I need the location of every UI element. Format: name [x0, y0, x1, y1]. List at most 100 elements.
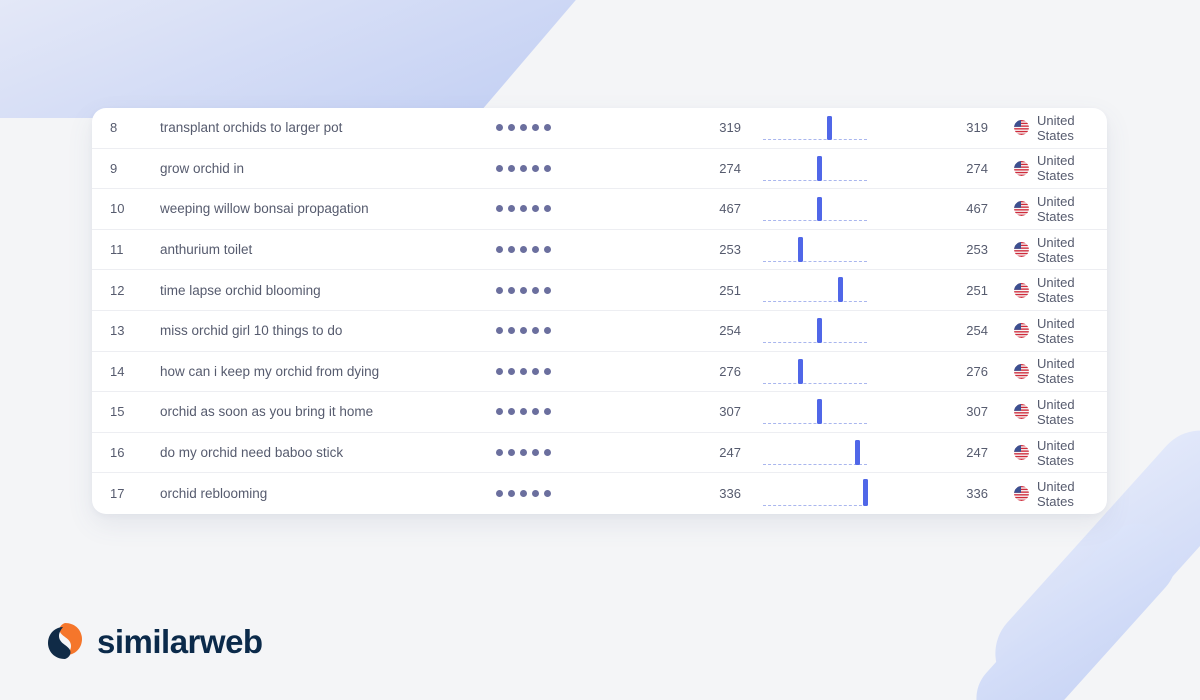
table-row[interactable]: 14how can i keep my orchid from dying276…: [92, 352, 1107, 393]
decor-top-shape: [0, 0, 610, 118]
difficulty-dot-icon: [496, 165, 503, 172]
row-difficulty-dots: [490, 490, 640, 497]
row-volume-secondary: 319: [890, 120, 998, 135]
row-trend-sparkline: [755, 432, 890, 473]
difficulty-dot-icon: [520, 246, 527, 253]
row-volume-secondary: 307: [890, 404, 998, 419]
row-keyword[interactable]: orchid reblooming: [160, 486, 490, 501]
row-keyword[interactable]: grow orchid in: [160, 161, 490, 176]
sparkline-plot: [763, 270, 867, 311]
row-keyword[interactable]: anthurium toilet: [160, 242, 490, 257]
row-country-label: United States: [1037, 316, 1107, 346]
sparkline-plot: [763, 189, 867, 230]
row-keyword[interactable]: how can i keep my orchid from dying: [160, 364, 490, 379]
row-trend-sparkline: [755, 392, 890, 433]
difficulty-dot-icon: [496, 368, 503, 375]
row-trend-sparkline: [755, 351, 890, 392]
difficulty-dot-icon: [496, 408, 503, 415]
sparkline-bar: [817, 197, 822, 221]
table-row[interactable]: 10weeping willow bonsai propagation46746…: [92, 189, 1107, 230]
difficulty-dot-icon: [520, 327, 527, 334]
row-volume: 253: [640, 242, 755, 257]
row-keyword[interactable]: miss orchid girl 10 things to do: [160, 323, 490, 338]
row-volume-secondary: 254: [890, 323, 998, 338]
row-keyword[interactable]: weeping willow bonsai propagation: [160, 201, 490, 216]
row-difficulty-dots: [490, 165, 640, 172]
difficulty-dot-icon: [544, 246, 551, 253]
sparkline-bar: [817, 318, 822, 343]
row-country: United States: [998, 316, 1107, 346]
difficulty-dot-icon: [532, 246, 539, 253]
row-rank: 9: [92, 161, 160, 176]
table-row[interactable]: 8transplant orchids to larger pot319319U…: [92, 108, 1107, 149]
difficulty-dot-icon: [496, 449, 503, 456]
flag-united-states-icon: [1014, 242, 1029, 257]
sparkline-bar: [838, 277, 843, 302]
difficulty-dot-icon: [496, 124, 503, 131]
difficulty-dot-icon: [544, 408, 551, 415]
flag-united-states-icon: [1014, 201, 1029, 216]
table-row[interactable]: 11anthurium toilet253253United States: [92, 230, 1107, 271]
row-country: United States: [998, 153, 1107, 183]
difficulty-dot-icon: [496, 327, 503, 334]
sparkline-baseline: [763, 423, 867, 424]
row-country-label: United States: [1037, 194, 1107, 224]
table-row[interactable]: 17orchid reblooming336336United States: [92, 473, 1107, 514]
row-difficulty-dots: [490, 124, 640, 131]
table-row[interactable]: 12time lapse orchid blooming251251United…: [92, 270, 1107, 311]
difficulty-dot-icon: [520, 287, 527, 294]
sparkline-baseline: [763, 342, 867, 343]
sparkline-baseline: [763, 139, 867, 140]
flag-united-states-icon: [1014, 283, 1029, 298]
row-country-label: United States: [1037, 479, 1107, 509]
row-keyword[interactable]: do my orchid need baboo stick: [160, 445, 490, 460]
row-difficulty-dots: [490, 327, 640, 334]
table-row[interactable]: 13miss orchid girl 10 things to do254254…: [92, 311, 1107, 352]
difficulty-dot-icon: [508, 124, 515, 131]
row-country-label: United States: [1037, 153, 1107, 183]
sparkline-bar: [863, 479, 868, 506]
sparkline-plot: [763, 148, 867, 189]
sparkline-baseline: [763, 220, 867, 221]
row-volume-secondary: 336: [890, 486, 998, 501]
sparkline-plot: [763, 310, 867, 351]
sparkline-bar: [798, 237, 803, 262]
sparkline-baseline: [763, 301, 867, 302]
difficulty-dot-icon: [544, 124, 551, 131]
row-trend-sparkline: [755, 473, 890, 514]
similarweb-wordmark: similarweb: [97, 625, 263, 658]
row-keyword[interactable]: orchid as soon as you bring it home: [160, 404, 490, 419]
row-trend-sparkline: [755, 229, 890, 270]
row-volume-secondary: 253: [890, 242, 998, 257]
row-volume: 307: [640, 404, 755, 419]
difficulty-dot-icon: [532, 124, 539, 131]
sparkline-baseline: [763, 383, 867, 384]
flag-united-states-icon: [1014, 161, 1029, 176]
row-country: United States: [998, 356, 1107, 386]
sparkline-plot: [763, 432, 867, 473]
difficulty-dot-icon: [532, 205, 539, 212]
table-row[interactable]: 16do my orchid need baboo stick247247Uni…: [92, 433, 1107, 474]
row-keyword[interactable]: time lapse orchid blooming: [160, 283, 490, 298]
sparkline-baseline: [763, 464, 867, 465]
table-row[interactable]: 15orchid as soon as you bring it home307…: [92, 392, 1107, 433]
row-volume: 274: [640, 161, 755, 176]
row-volume: 251: [640, 283, 755, 298]
row-keyword[interactable]: transplant orchids to larger pot: [160, 120, 490, 135]
sparkline-baseline: [763, 261, 867, 262]
row-trend-sparkline: [755, 270, 890, 311]
row-country: United States: [998, 235, 1107, 265]
row-difficulty-dots: [490, 368, 640, 375]
row-volume: 336: [640, 486, 755, 501]
row-country: United States: [998, 275, 1107, 305]
row-country-label: United States: [1037, 356, 1107, 386]
row-rank: 13: [92, 323, 160, 338]
keywords-table-body: 8transplant orchids to larger pot319319U…: [92, 108, 1107, 514]
flag-united-states-icon: [1014, 486, 1029, 501]
row-volume-secondary: 251: [890, 283, 998, 298]
flag-united-states-icon: [1014, 120, 1029, 135]
flag-united-states-icon: [1014, 404, 1029, 419]
flag-united-states-icon: [1014, 323, 1029, 338]
difficulty-dot-icon: [544, 205, 551, 212]
table-row[interactable]: 9grow orchid in274274United States: [92, 149, 1107, 190]
